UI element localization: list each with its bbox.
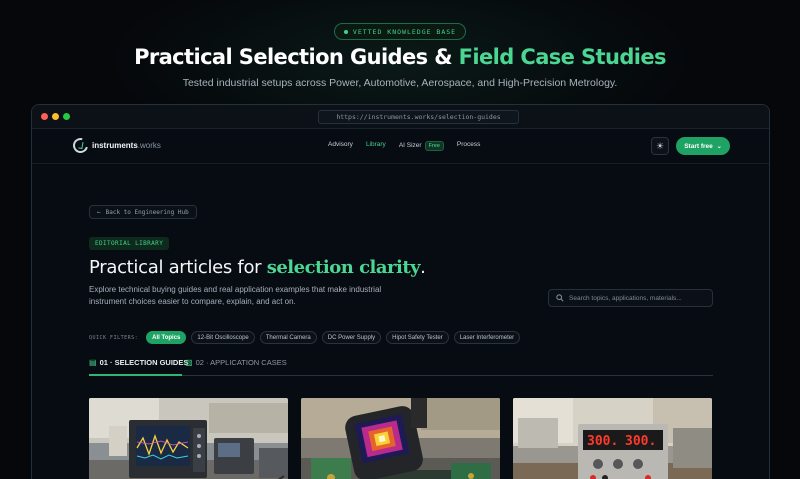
tab-application-cases[interactable]: ▧ 02 · APPLICATION CASES xyxy=(185,358,287,367)
status-dot-icon xyxy=(343,29,348,34)
library-tabs: ▤ 01 · SELECTION GUIDES ▧ 02 · APPLICATI… xyxy=(89,352,713,376)
minimize-window-icon[interactable] xyxy=(52,113,59,120)
tab-selection-guides-label: 01 · SELECTION GUIDES xyxy=(99,358,189,367)
free-badge: Free xyxy=(424,141,444,151)
oscilloscope-photo xyxy=(89,398,288,479)
article-card-image[interactable]: 300. 300. xyxy=(513,398,712,479)
document-icon: ▤ xyxy=(89,358,97,367)
browser-window: https://instruments.works/selection-guid… xyxy=(31,104,770,479)
address-bar[interactable]: https://instruments.works/selection-guid… xyxy=(318,110,519,124)
quick-filters-label: QUICK FILTERS: xyxy=(89,334,139,341)
tab-application-cases-label: 02 · APPLICATION CASES xyxy=(195,358,287,367)
hero-title-main: Practical Selection Guides & xyxy=(134,45,459,69)
display-left: 300. xyxy=(587,434,618,449)
nav-links: Advisory Library AI Sizer Free Process xyxy=(328,141,493,151)
browser-chrome: https://instruments.works/selection-guid… xyxy=(32,105,769,129)
search-placeholder: Search topics, applications, materials..… xyxy=(569,294,682,302)
logo-gauge-icon xyxy=(70,135,91,156)
close-window-icon[interactable] xyxy=(41,113,48,120)
search-icon xyxy=(556,294,564,302)
quick-filters: QUICK FILTERS: All Topics 12-Bit Oscillo… xyxy=(89,331,521,344)
arrow-left-icon: ← xyxy=(97,208,101,216)
chevron-down-icon: ⌄ xyxy=(716,143,722,150)
page-title-prefix: Practical articles for xyxy=(89,257,267,278)
theme-toggle-button[interactable]: ☀ xyxy=(651,137,669,155)
brand-name-tld: .works xyxy=(137,141,161,150)
display-right: 300. xyxy=(625,434,656,449)
nav-link-process[interactable]: Process xyxy=(457,141,480,151)
page-title: Practical articles for selection clarity… xyxy=(89,257,426,278)
start-free-label: Start free xyxy=(684,142,713,150)
brand-name: instruments.works xyxy=(92,141,161,150)
brand-name-main: instruments xyxy=(92,141,138,150)
sun-icon: ☀ xyxy=(655,140,665,151)
filter-chip-laser-interferometer[interactable]: Laser Interferometer xyxy=(453,331,521,344)
brand-logo[interactable]: instruments.works xyxy=(70,135,161,156)
filter-chip-dc-power-supply[interactable]: DC Power Supply xyxy=(321,331,382,344)
filter-chip-hipot-tester[interactable]: Hipot Safety Tester xyxy=(386,331,449,344)
hero-badge-label: VETTED KNOWLEDGE BASE xyxy=(352,27,457,36)
back-button[interactable]: ← Back to Engineering Hub xyxy=(89,205,197,219)
tab-selection-guides[interactable]: ▤ 01 · SELECTION GUIDES xyxy=(89,358,188,367)
filter-chip-thermal-camera[interactable]: Thermal Camera xyxy=(259,331,317,344)
filter-chip-all-topics[interactable]: All Topics xyxy=(146,331,187,344)
thermal-camera-photo xyxy=(301,398,500,479)
article-card-image[interactable] xyxy=(301,398,500,479)
page-description: Explore technical buying guides and real… xyxy=(89,285,382,306)
page-title-accent: selection clarity xyxy=(266,257,421,278)
nav-link-ai-sizer-label: AI Sizer xyxy=(398,142,422,149)
filter-chip-oscilloscope[interactable]: 12-Bit Oscilloscope xyxy=(191,331,255,344)
section-eyebrow: EDITORIAL LIBRARY xyxy=(89,237,170,250)
start-free-button[interactable]: Start free ⌄ xyxy=(676,137,730,155)
hero-title-accent: Field Case Studies xyxy=(458,45,667,69)
site-nav: instruments.works Advisory Library AI Si… xyxy=(32,129,769,164)
hero-badge: VETTED KNOWLEDGE BASE xyxy=(334,23,466,40)
maximize-window-icon[interactable] xyxy=(63,113,70,120)
page-title-suffix: . xyxy=(420,257,426,278)
nav-link-advisory[interactable]: Advisory xyxy=(328,141,353,151)
hero-subtitle: Tested industrial setups across Power, A… xyxy=(182,77,618,89)
back-button-label: Back to Engineering Hub xyxy=(105,208,189,216)
active-tab-indicator xyxy=(89,374,182,376)
article-card-image[interactable] xyxy=(89,398,288,479)
hero-title: Practical Selection Guides & Field Case … xyxy=(0,45,800,69)
nav-link-ai-sizer[interactable]: AI Sizer Free xyxy=(399,141,444,151)
dc-power-supply-photo: 300. 300. xyxy=(513,398,712,479)
search-input[interactable]: Search topics, applications, materials..… xyxy=(548,289,713,307)
nav-link-library[interactable]: Library xyxy=(366,141,386,151)
file-check-icon: ▧ xyxy=(185,358,193,367)
